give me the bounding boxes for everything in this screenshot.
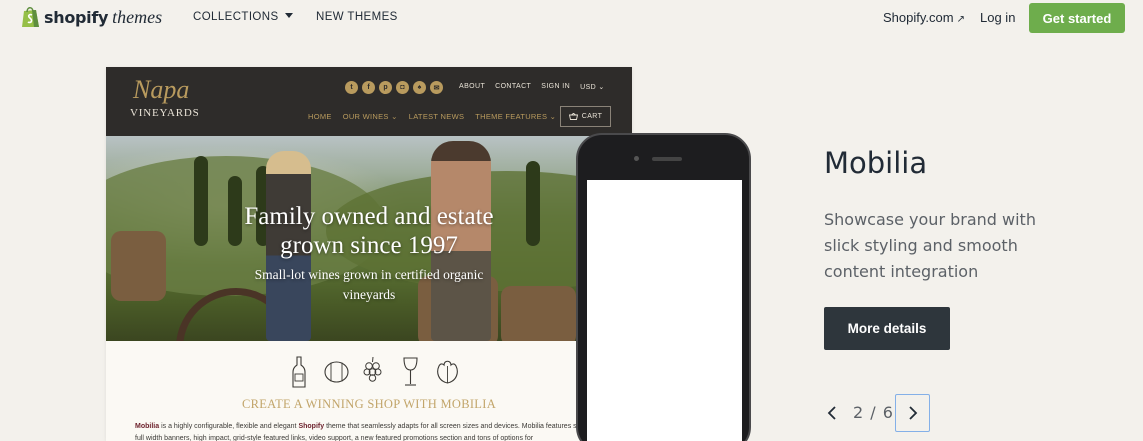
preview-nav-theme-features: THEME FEATURES ⌄ [475, 112, 557, 121]
shopify-com-label: Shopify.com [883, 10, 954, 25]
preview-cart-label: CART [581, 113, 603, 120]
preview-hero-image: Family owned and estate grown since 1997… [106, 136, 632, 341]
preview-hero-subtitle: Small-lot wines grown in certified organ… [106, 265, 632, 305]
hero-title-line: grown since 1997 [280, 232, 458, 259]
preview-body-part: is a highly configurable, flexible and e… [159, 423, 299, 430]
preview-logo-caption: VINEYARDS [130, 107, 200, 119]
theme-name: Mobilia [824, 146, 928, 180]
preview-brand-name: Mobilia [135, 423, 160, 430]
preview-body-text: Mobilia is a highly configurable, flexib… [135, 421, 610, 441]
new-themes-link[interactable]: NEW THEMES [316, 11, 398, 23]
next-slide-button[interactable] [895, 394, 930, 432]
preview-link-about: ABOUT [459, 83, 486, 90]
snapchat-icon: ♠ [413, 81, 426, 94]
collections-menu[interactable]: COLLECTIONS [193, 11, 293, 23]
logo-subtitle: themes [112, 6, 163, 27]
carousel-pager: 2 / 6 [824, 394, 930, 432]
theme-desktop-preview[interactable]: Napa VINEYARDS t f p ◘ ♠ ✉ ABOUT CONTACT… [106, 67, 632, 441]
phone-screen [587, 180, 742, 441]
facebook-icon: f [362, 81, 375, 94]
chevron-right-icon [908, 406, 917, 420]
barrel-icon [324, 361, 349, 383]
caret-down-icon [284, 13, 293, 18]
theme-description: Showcase your brand with slick styling a… [824, 210, 1036, 281]
external-link-icon: ↗ [956, 14, 965, 25]
preview-main-nav: HOME OUR WINES ⌄ LATEST NEWS THEME FEATU… [308, 112, 556, 121]
preview-header: Napa VINEYARDS t f p ◘ ♠ ✉ ABOUT CONTACT… [106, 67, 632, 136]
shopify-com-link[interactable]: Shopify.com ↗ [883, 10, 965, 25]
preview-currency-selector: USD ⌄ [580, 84, 605, 91]
top-navigation: shopify themes COLLECTIONS NEW THEMES Sh… [0, 0, 1143, 36]
preview-top-links: ABOUT CONTACT SIGN IN USD ⌄ [459, 83, 605, 91]
preview-link-contact: CONTACT [495, 83, 532, 90]
wine-bottle-icon [292, 356, 306, 388]
shopify-themes-logo[interactable]: shopify themes [21, 6, 162, 28]
collections-label: COLLECTIONS [193, 11, 279, 23]
preview-hero-title: Family owned and estate grown since 1997 [106, 202, 632, 260]
grape-leaf-icon [437, 360, 458, 384]
phone-camera [634, 156, 639, 161]
instagram-icon: ◘ [396, 81, 409, 94]
preview-cart-button: CART [560, 106, 611, 127]
preview-nav-home: HOME [308, 112, 332, 121]
preview-social-icons: t f p ◘ ♠ ✉ [345, 81, 443, 94]
hero-subtitle-line: Small-lot wines grown in certified organ… [254, 267, 484, 282]
preview-nav-our-wines: OUR WINES ⌄ [342, 112, 398, 121]
preview-section-heading: CREATE A WINNING SHOP WITH MOBILIA [241, 397, 497, 411]
carousel-count: 2 / 6 [853, 403, 894, 422]
logo-wordmark: shopify [44, 7, 109, 27]
twitter-icon: t [345, 81, 358, 94]
basket-icon [568, 113, 578, 120]
shopify-bag-icon [22, 7, 39, 27]
pinterest-icon: p [379, 81, 392, 94]
theme-mobile-preview[interactable] [576, 133, 751, 441]
preview-logo-script: Napa [133, 75, 190, 104]
preview-link-sign-in: SIGN IN [541, 83, 571, 90]
hero-title-line: Family owned and estate [244, 203, 494, 230]
phone-speaker [652, 157, 682, 161]
login-link[interactable]: Log in [980, 10, 1015, 25]
preview-nav-latest-news: LATEST NEWS [408, 112, 465, 121]
more-details-button[interactable]: More details [824, 307, 950, 350]
wine-glass-icon [403, 357, 418, 386]
get-started-button[interactable]: Get started [1029, 3, 1125, 33]
preview-feature-icons [287, 356, 460, 388]
chevron-left-icon[interactable] [824, 401, 840, 425]
email-icon: ✉ [430, 81, 443, 94]
preview-shopify-link: Shopify [298, 423, 325, 430]
hero-subtitle-line: vineyards [342, 287, 396, 302]
grapes-icon [363, 356, 382, 382]
